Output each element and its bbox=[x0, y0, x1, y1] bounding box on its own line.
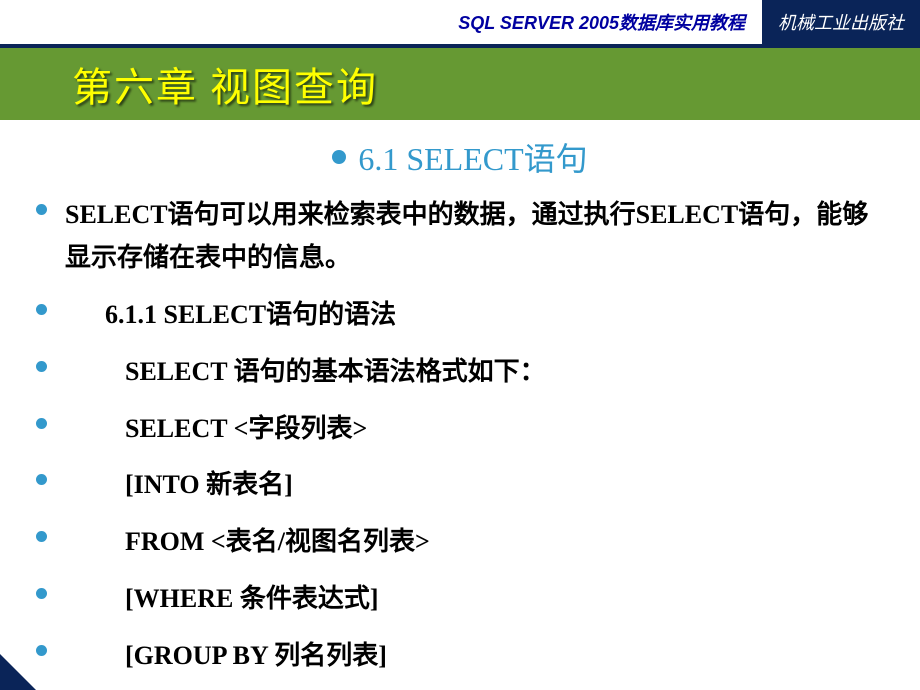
book-title: SQL SERVER 2005数据库实用教程 bbox=[458, 9, 745, 35]
syntax-line: SELECT 语句的基本语法格式如下： bbox=[30, 351, 890, 394]
bullet-icon bbox=[36, 531, 47, 542]
chapter-title: 第六章 视图查询 bbox=[72, 55, 378, 113]
syntax-text: [GROUP BY 列名列表] bbox=[65, 635, 387, 678]
syntax-text: FROM <表名/视图名列表> bbox=[65, 521, 430, 564]
subsection-title: 6.1.1 SELECT语句的语法 bbox=[65, 294, 396, 337]
bullet-icon bbox=[36, 645, 47, 656]
syntax-text: SELECT <字段列表> bbox=[65, 408, 367, 451]
section-title: 6.1 SELECT语句 bbox=[358, 134, 587, 180]
syntax-text: [WHERE 条件表达式] bbox=[65, 578, 379, 621]
syntax-text: [INTO 新表名] bbox=[65, 464, 293, 507]
subsection-line: 6.1.1 SELECT语句的语法 bbox=[30, 294, 890, 337]
bullet-icon bbox=[36, 304, 47, 315]
syntax-line: SELECT <字段列表> bbox=[30, 408, 890, 451]
section-heading: 6.1 SELECT语句 bbox=[30, 134, 890, 180]
paragraph-line: SELECT语句可以用来检索表中的数据，通过执行SELECT语句，能够显示存储在… bbox=[30, 194, 890, 280]
syntax-line: [WHERE 条件表达式] bbox=[30, 578, 890, 621]
chapter-band: 第六章 视图查询 bbox=[0, 48, 920, 120]
syntax-line: [GROUP BY 列名列表] bbox=[30, 635, 890, 678]
bullet-icon bbox=[36, 588, 47, 599]
syntax-line: [INTO 新表名] bbox=[30, 464, 890, 507]
publisher-label: 机械工业出版社 bbox=[762, 0, 920, 44]
bullet-icon bbox=[332, 150, 346, 164]
bullet-icon bbox=[36, 418, 47, 429]
bullet-icon bbox=[36, 474, 47, 485]
slide-content: 6.1 SELECT语句 SELECT语句可以用来检索表中的数据，通过执行SEL… bbox=[0, 120, 920, 678]
syntax-line: FROM <表名/视图名列表> bbox=[30, 521, 890, 564]
bullet-icon bbox=[36, 361, 47, 372]
syntax-text: SELECT 语句的基本语法格式如下： bbox=[65, 351, 546, 394]
slide-header: SQL SERVER 2005数据库实用教程 机械工业出版社 bbox=[0, 0, 920, 44]
corner-decoration bbox=[0, 654, 36, 690]
bullet-icon bbox=[36, 204, 47, 215]
paragraph-text: SELECT语句可以用来检索表中的数据，通过执行SELECT语句，能够显示存储在… bbox=[65, 194, 890, 280]
